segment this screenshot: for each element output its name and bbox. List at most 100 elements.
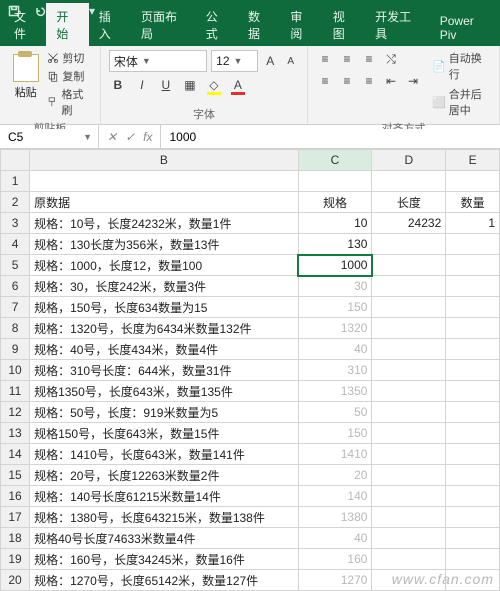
cell[interactable] — [372, 381, 446, 402]
cell[interactable]: 1380 — [298, 507, 372, 528]
cell[interactable] — [372, 423, 446, 444]
cell[interactable] — [446, 402, 500, 423]
cell[interactable] — [446, 444, 500, 465]
cell[interactable] — [372, 402, 446, 423]
row-header[interactable]: 17 — [1, 507, 30, 528]
copy-button[interactable]: 复制 — [47, 68, 92, 84]
cell[interactable]: 规格：310号长度：644米，数量31件 — [30, 360, 299, 381]
cell[interactable]: 长度 — [372, 192, 446, 213]
cell[interactable]: 规格 — [298, 192, 372, 213]
cell[interactable] — [446, 339, 500, 360]
cell[interactable]: 规格40号长度74633米数量4件 — [30, 528, 299, 549]
cell[interactable] — [372, 486, 446, 507]
row-header[interactable]: 3 — [1, 213, 30, 234]
cell[interactable] — [372, 507, 446, 528]
cell[interactable]: 130 — [298, 234, 372, 255]
cell[interactable] — [446, 465, 500, 486]
cell[interactable] — [372, 276, 446, 297]
cell[interactable]: 规格：130长度为356米，数量13件 — [30, 234, 299, 255]
cell[interactable]: 规格：160号，长度34245米，数量16件 — [30, 549, 299, 570]
row-header[interactable]: 10 — [1, 360, 30, 381]
cell[interactable] — [446, 381, 500, 402]
tab-view[interactable]: 视图 — [323, 3, 365, 46]
align-top-icon[interactable]: ≡ — [316, 50, 334, 68]
fx-icon[interactable]: fx — [143, 130, 152, 144]
cell[interactable]: 140 — [298, 486, 372, 507]
bold-button[interactable]: B — [109, 76, 127, 94]
cell[interactable]: 规格：10号，长度24232米，数量1件 — [30, 213, 299, 234]
col-header-d[interactable]: D — [372, 150, 446, 171]
grid[interactable]: B C D E 12原数据规格长度数量3规格：10号，长度24232米，数量1件… — [0, 149, 500, 591]
cell[interactable] — [372, 528, 446, 549]
cell[interactable] — [446, 297, 500, 318]
italic-button[interactable]: I — [133, 76, 151, 94]
cell[interactable]: 1350 — [298, 381, 372, 402]
cell[interactable]: 规格：1270号，长度65142米，数量127件 — [30, 570, 299, 591]
row-header[interactable]: 11 — [1, 381, 30, 402]
cell[interactable] — [446, 528, 500, 549]
align-right-icon[interactable]: ≡ — [360, 72, 378, 90]
cell[interactable]: 20 — [298, 465, 372, 486]
tab-review[interactable]: 审阅 — [280, 3, 322, 46]
cell[interactable] — [372, 318, 446, 339]
cell[interactable] — [372, 255, 446, 276]
row-header[interactable]: 15 — [1, 465, 30, 486]
cell[interactable] — [446, 549, 500, 570]
cell[interactable]: 150 — [298, 423, 372, 444]
cell[interactable] — [446, 507, 500, 528]
cell[interactable]: 1320 — [298, 318, 372, 339]
decrease-font-icon[interactable]: A — [282, 52, 299, 70]
cell[interactable] — [372, 570, 446, 591]
increase-font-icon[interactable]: A — [262, 52, 279, 70]
cell[interactable] — [372, 234, 446, 255]
cell[interactable]: 数量 — [446, 192, 500, 213]
tab-power-pivot[interactable]: Power Piv — [430, 9, 500, 46]
name-box-dropdown-icon[interactable]: ▼ — [83, 132, 92, 142]
cell[interactable]: 规格：1380号，长度643215米，数量138件 — [30, 507, 299, 528]
font-color-button[interactable]: A — [229, 76, 247, 94]
format-painter-button[interactable]: 格式刷 — [47, 86, 92, 118]
font-name-combo[interactable]: 宋体▼ — [109, 50, 207, 72]
cell[interactable] — [372, 297, 446, 318]
cell[interactable]: 1270 — [298, 570, 372, 591]
cell[interactable] — [372, 444, 446, 465]
cell[interactable]: 1000 — [298, 255, 372, 276]
name-box[interactable]: ▼ — [0, 125, 99, 148]
row-header[interactable]: 14 — [1, 444, 30, 465]
cell[interactable]: 40 — [298, 528, 372, 549]
col-header-e[interactable]: E — [446, 150, 500, 171]
align-center-icon[interactable]: ≡ — [338, 72, 356, 90]
paste-button[interactable]: 粘贴 — [8, 50, 43, 104]
tab-data[interactable]: 数据 — [238, 3, 280, 46]
row-header[interactable]: 6 — [1, 276, 30, 297]
cell[interactable] — [446, 423, 500, 444]
cell[interactable]: 规格：1000，长度12，数量100 — [30, 255, 299, 276]
enter-icon[interactable]: ✓ — [125, 130, 135, 144]
cell[interactable]: 规格：1320号，长度为6434米数量132件 — [30, 318, 299, 339]
select-all-corner[interactable] — [1, 150, 30, 171]
cell[interactable]: 1410 — [298, 444, 372, 465]
row-header[interactable]: 13 — [1, 423, 30, 444]
cell[interactable] — [446, 318, 500, 339]
underline-button[interactable]: U — [157, 76, 175, 94]
cell[interactable] — [372, 549, 446, 570]
cell[interactable]: 规格：50号，长度：919米数量为5 — [30, 402, 299, 423]
cell[interactable]: 规格1350号，长度643米，数量135件 — [30, 381, 299, 402]
col-header-b[interactable]: B — [30, 150, 299, 171]
tab-insert[interactable]: 插入 — [89, 3, 131, 46]
cut-button[interactable]: 剪切 — [47, 50, 92, 66]
cell[interactable] — [372, 339, 446, 360]
tab-layout[interactable]: 页面布局 — [131, 3, 196, 46]
cell[interactable] — [372, 360, 446, 381]
border-button[interactable]: ▦ — [181, 76, 199, 94]
cell[interactable]: 10 — [298, 213, 372, 234]
cell[interactable] — [30, 171, 299, 192]
cancel-icon[interactable]: ✕ — [107, 130, 117, 144]
cell[interactable]: 规格：40号，长度434米，数量4件 — [30, 339, 299, 360]
cell[interactable]: 24232 — [372, 213, 446, 234]
cell[interactable]: 160 — [298, 549, 372, 570]
merge-center-button[interactable]: ⬜ 合并后居中 — [432, 86, 491, 118]
tab-formula[interactable]: 公式 — [196, 3, 238, 46]
cell[interactable] — [446, 486, 500, 507]
cell[interactable]: 规格：20号，长度12263米数量2件 — [30, 465, 299, 486]
